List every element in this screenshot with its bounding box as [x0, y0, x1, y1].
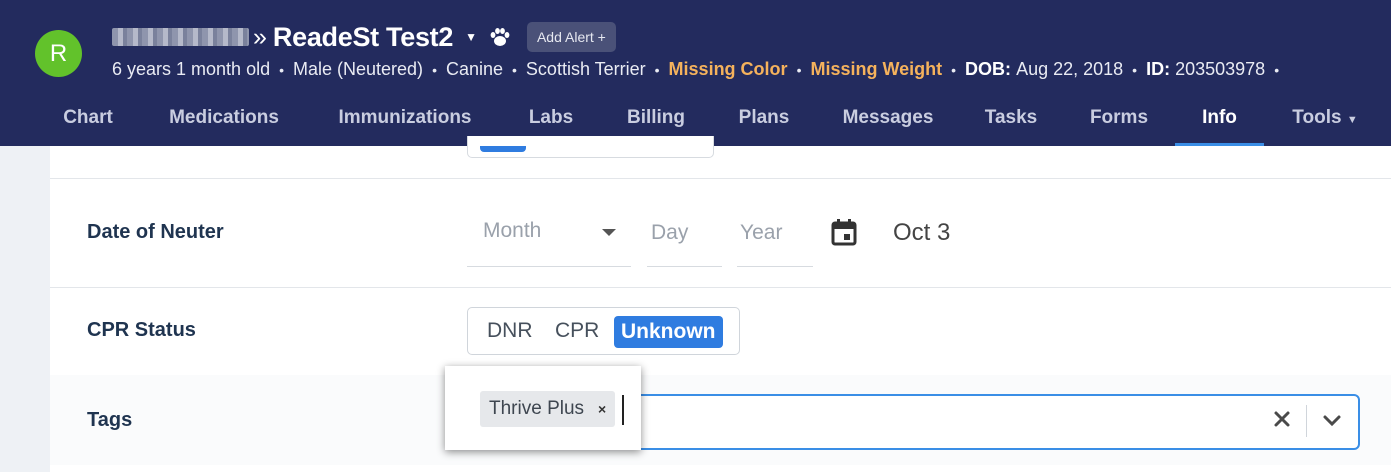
tag-chip: Thrive Plus × [480, 391, 616, 427]
tab-label: Forms [1089, 107, 1149, 128]
cpr-option-unknown[interactable]: Unknown [614, 316, 723, 348]
patient-header: R » ReadeSt Test2 ▼ Add Alert + 6 years … [0, 0, 1391, 146]
patient-age: 6 years 1 month old [112, 59, 271, 79]
row-divider [50, 178, 1391, 179]
tab-info[interactable]: Info [1175, 98, 1264, 146]
dob-label: DOB: [965, 59, 1012, 79]
tab-label: Labs [528, 107, 574, 128]
row-divider [50, 287, 1391, 288]
tab-label: Immunizations [338, 107, 472, 128]
tab-label: Tools [1292, 107, 1342, 128]
date-of-neuter-label: Date of Neuter [87, 221, 224, 243]
chevron-down-icon[interactable] [1322, 414, 1342, 433]
patient-name[interactable]: ReadeSt Test2 [273, 22, 453, 53]
cpr-status-toggle: DNR CPR Unknown [467, 307, 740, 355]
patient-species: Canine [445, 59, 504, 79]
caret-down-icon[interactable]: ▼ [465, 30, 477, 44]
missing-color-link[interactable]: Missing Color [669, 59, 788, 80]
paw-icon[interactable] [489, 27, 511, 47]
month-underline [467, 266, 631, 267]
patient-info-row: 6 years 1 month old • Male (Neutered) • … [112, 59, 1288, 80]
title-row: » ReadeSt Test2 ▼ Add Alert + [112, 20, 616, 54]
tab-label: Medications [169, 107, 279, 128]
patient-sex: Male (Neutered) [293, 59, 424, 79]
tag-chip-label: Thrive Plus [489, 398, 585, 419]
tab-chart[interactable]: Chart [50, 98, 126, 146]
bullet-separator: • [951, 61, 957, 78]
owner-name-redacted[interactable] [112, 28, 249, 46]
bullet-separator: • [654, 61, 660, 78]
previous-field-selected-pill [480, 146, 526, 152]
year-underline [737, 266, 813, 267]
bullet-separator: • [279, 61, 284, 78]
bullet-separator: • [796, 61, 802, 78]
patient-breed: Scottish Terrier [525, 59, 646, 79]
breadcrumb-separator: » [253, 22, 267, 51]
bullet-separator: • [1132, 61, 1138, 78]
day-input[interactable]: Day [651, 221, 688, 245]
tab-label: Info [1202, 107, 1237, 128]
tab-label: Plans [738, 107, 790, 128]
year-input[interactable]: Year [740, 221, 782, 245]
month-dropdown-arrow-icon[interactable] [602, 229, 616, 236]
cpr-option-dnr[interactable]: DNR [487, 308, 533, 354]
missing-weight-link[interactable]: Missing Weight [810, 59, 942, 80]
dob-value: Aug 22, 2018 [1016, 59, 1124, 79]
add-alert-button[interactable]: Add Alert + [526, 22, 616, 52]
calendar-icon[interactable] [831, 218, 857, 251]
tab-label: Messages [842, 107, 934, 128]
tags-label: Tags [87, 409, 133, 431]
tab-tasks[interactable]: Tasks [973, 98, 1049, 146]
bullet-separator: • [512, 61, 517, 78]
tab-label: Tasks [984, 107, 1038, 128]
tab-immunizations[interactable]: Immunizations [322, 98, 488, 146]
text-cursor [622, 395, 624, 425]
bullet-separator: • [432, 61, 437, 78]
tab-tools[interactable]: Tools ▼ [1280, 98, 1370, 146]
select-divider [1306, 405, 1307, 437]
day-underline [647, 266, 722, 267]
bullet-separator: • [1274, 61, 1280, 78]
cpr-option-cpr[interactable]: CPR [555, 308, 599, 354]
caret-down-icon: ▼ [1346, 114, 1358, 126]
close-icon[interactable] [1273, 410, 1291, 433]
tab-forms[interactable]: Forms [1078, 98, 1160, 146]
neuter-date-display: Oct 3 [893, 219, 951, 246]
cpr-status-label: CPR Status [87, 319, 196, 341]
tab-medications[interactable]: Medications [155, 98, 293, 146]
remove-tag-icon[interactable]: × [598, 401, 606, 417]
avatar[interactable]: R [35, 30, 82, 77]
tab-label: Billing [626, 107, 686, 128]
tab-label: Chart [63, 107, 113, 128]
tab-messages[interactable]: Messages [831, 98, 945, 146]
id-label: ID: [1146, 59, 1171, 79]
id-value: 203503978 [1175, 59, 1266, 79]
month-select[interactable]: Month [483, 219, 541, 243]
tab-plans[interactable]: Plans [727, 98, 801, 146]
